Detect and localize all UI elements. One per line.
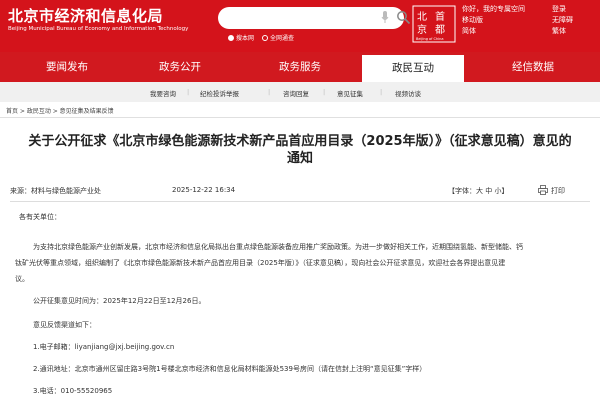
publish-date: 2025-12-22 16:34	[172, 186, 236, 194]
contact-phone: 3.电话：010-55520965	[33, 387, 113, 395]
contact-address: 2.通讯地址：北京市通州区留庄路3号院1号楼北京市经济和信息化局材料能源处539…	[33, 365, 427, 373]
subnav-complaint[interactable]: 纪检投诉举报	[200, 88, 239, 98]
site-subtitle: Beijing Municipal Bureau of Economy and …	[8, 26, 189, 32]
subnav-divider: |	[187, 88, 190, 96]
search-scope: 搜本网 全网通查	[228, 33, 300, 42]
contact-email: 1.电子邮箱：liyanjiang@jxj.beijing.gov.cn	[33, 343, 175, 351]
search-icon[interactable]	[396, 10, 411, 25]
paragraph-1-line-1: 为支持北京绿色能源产业创新发展，北京市经济和信息化局拟出台重点绿色能源装备应用推…	[33, 243, 523, 251]
nav-news[interactable]: 要闻发布	[22, 52, 112, 82]
nav-services[interactable]: 政务服务	[255, 52, 345, 82]
link-mobile[interactable]: 移动版	[462, 15, 483, 26]
paragraph-2: 公开征集意见时间为：2025年12月22日至12月26日。	[33, 297, 206, 305]
breadcrumb[interactable]: 首页 > 政民互动 > 意见征集及结果反馈	[6, 106, 114, 115]
radio-empty-icon	[261, 35, 268, 41]
print-button[interactable]: 打印	[551, 186, 565, 196]
subnav-divider: |	[323, 88, 326, 96]
divider	[0, 117, 600, 118]
link-simplified[interactable]: 简体	[462, 26, 476, 37]
svg-text:首: 首	[435, 10, 445, 23]
microphone-icon[interactable]	[381, 11, 389, 24]
subnav-opinions[interactable]: 意见征集	[337, 88, 363, 98]
svg-text:Beijing of China: Beijing of China	[416, 37, 444, 41]
page-title: 关于公开征求《北京市绿色能源新技术新产品首应用目录（2025年版）》（征求意见稿…	[8, 133, 592, 167]
beijing-emblem-icon: 北 首 京 都 Beijing of China	[412, 5, 456, 43]
link-login[interactable]: 登录	[552, 4, 566, 15]
font-size-switch[interactable]: 【字体：大 中 小】	[448, 186, 508, 196]
sub-nav: 我要咨询 | 纪检投诉举报 | 咨询回复 | 意见征集 | 视频访谈	[0, 82, 600, 102]
nav-interaction[interactable]: 政民互动	[362, 52, 464, 82]
nav-open-affairs[interactable]: 政务公开	[135, 52, 225, 82]
article-meta: 来源：材料与绿色能源产业处 2025-12-22 16:34 【字体：大 中 小…	[10, 180, 590, 202]
site-header: 北京市经济和信息化局 Beijing Municipal Bureau of E…	[0, 0, 600, 52]
link-accessibility[interactable]: 无障碍	[552, 15, 573, 26]
svg-text:京: 京	[417, 23, 427, 36]
svg-text:北: 北	[417, 11, 427, 23]
subnav-divider: |	[380, 88, 383, 96]
subnav-replies[interactable]: 咨询回复	[283, 88, 309, 98]
article-source: 来源：材料与绿色能源产业处	[10, 187, 101, 195]
subnav-consult[interactable]: 我要咨询	[150, 88, 176, 98]
subnav-video[interactable]: 视频访谈	[395, 88, 421, 98]
svg-text:都: 都	[435, 24, 445, 36]
search-scope-all-label: 全网通查	[269, 35, 294, 42]
main-nav: 要闻发布 政务公开 政务服务 政民互动 经信数据	[0, 52, 600, 82]
link-traditional[interactable]: 繁体	[552, 26, 566, 37]
subnav-divider: |	[268, 88, 271, 96]
salutation: 各有关单位：	[19, 213, 61, 221]
title-line-1: 关于公开征求《北京市绿色能源新技术新产品首应用目录（2025年版）》（征求意见稿…	[28, 134, 572, 149]
title-line-2: 通知	[286, 151, 313, 166]
paragraph-1-line-2: 钛矿光伏等重点领域，组织编制了《北京市绿色能源新技术新产品首应用目录（2025年…	[15, 259, 506, 267]
search-scope-site[interactable]: 搜本网	[228, 33, 254, 42]
nav-data[interactable]: 经信数据	[488, 52, 578, 82]
paragraph-1-line-3: 议。	[15, 275, 29, 283]
printer-icon[interactable]	[538, 185, 548, 195]
search-scope-site-label: 搜本网	[236, 35, 255, 42]
paragraph-3: 意见反馈渠道如下：	[33, 321, 96, 329]
link-my-space[interactable]: 你好，我的专属空间	[462, 4, 525, 15]
radio-selected-icon	[228, 35, 234, 41]
search-input[interactable]	[218, 7, 411, 29]
site-title[interactable]: 北京市经济和信息化局	[8, 5, 163, 26]
search-scope-all[interactable]: 全网通查	[261, 33, 294, 42]
